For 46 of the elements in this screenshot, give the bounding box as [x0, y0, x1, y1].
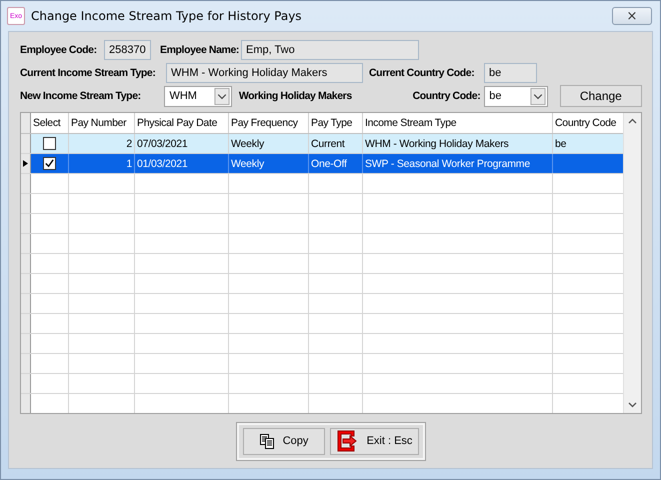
column-header[interactable]: Income Stream Type [363, 113, 553, 133]
table-cell: be [555, 138, 566, 150]
chevron-down-icon [214, 88, 230, 104]
field-label: Current Country Code: [369, 67, 476, 79]
table-cell: WHM - Working Holiday Makers [365, 138, 509, 150]
window-title: Change Income Stream Type for History Pays [31, 9, 302, 23]
table-cell: 01/03/2021 [137, 158, 188, 170]
table-row[interactable]: 2 07/03/2021 Weekly Current WHM - Working Holiday Makers be [21, 134, 623, 154]
change-button[interactable]: Change [560, 85, 642, 107]
field-label: New Income Stream Type: [20, 90, 142, 102]
exit-door-icon [336, 430, 359, 452]
table-cell: 07/03/2021 [137, 138, 188, 150]
vertical-scrollbar[interactable] [623, 113, 641, 413]
select-checkbox[interactable] [43, 137, 56, 150]
column-header[interactable]: Select [31, 113, 69, 133]
field-label: Current Income Stream Type: [20, 67, 156, 79]
column-header[interactable]: Pay Type [309, 113, 363, 133]
field-label: Employee Code: [20, 44, 98, 56]
field-label: Employee Name: [160, 44, 240, 56]
income-type-dropdown[interactable]: WHM [164, 86, 232, 106]
column-header[interactable]: Pay Number [69, 113, 135, 133]
close-button[interactable]: ⨯ [612, 7, 652, 25]
current-country-field: be [484, 63, 537, 83]
table-cell: 1 [126, 158, 132, 170]
copy-icon [258, 433, 275, 449]
table-cell: Weekly [231, 138, 264, 150]
table-cell: Current [311, 138, 345, 150]
column-header[interactable]: Physical Pay Date [135, 113, 229, 133]
current-type-field: WHM - Working Holiday Makers [166, 63, 363, 83]
row-header[interactable] [21, 154, 31, 173]
exit-button[interactable]: Exit : Esc [330, 428, 420, 454]
employee-name-field: Emp, Two [241, 40, 419, 60]
table-cell: One-Off [311, 158, 347, 170]
current-row-indicator-icon [23, 160, 28, 167]
copy-button[interactable]: Copy [242, 428, 325, 454]
table-cell: SWP - Seasonal Worker Programme [365, 158, 530, 170]
chevron-down-icon [530, 88, 546, 104]
column-header[interactable]: Pay Frequency [229, 113, 309, 133]
field-label: Country Code: [412, 90, 480, 102]
country-code-dropdown[interactable]: be [484, 86, 548, 106]
table-cell: Weekly [231, 158, 264, 170]
table-row[interactable]: 1 01/03/2021 Weekly One-Off SWP - Seasonal Worker Programme [21, 154, 623, 174]
income-type-description: Working Holiday Makers [238, 90, 353, 102]
employee-code-field: 258370 [104, 40, 151, 60]
table-cell: 2 [126, 138, 132, 150]
select-checkbox[interactable] [43, 157, 56, 170]
